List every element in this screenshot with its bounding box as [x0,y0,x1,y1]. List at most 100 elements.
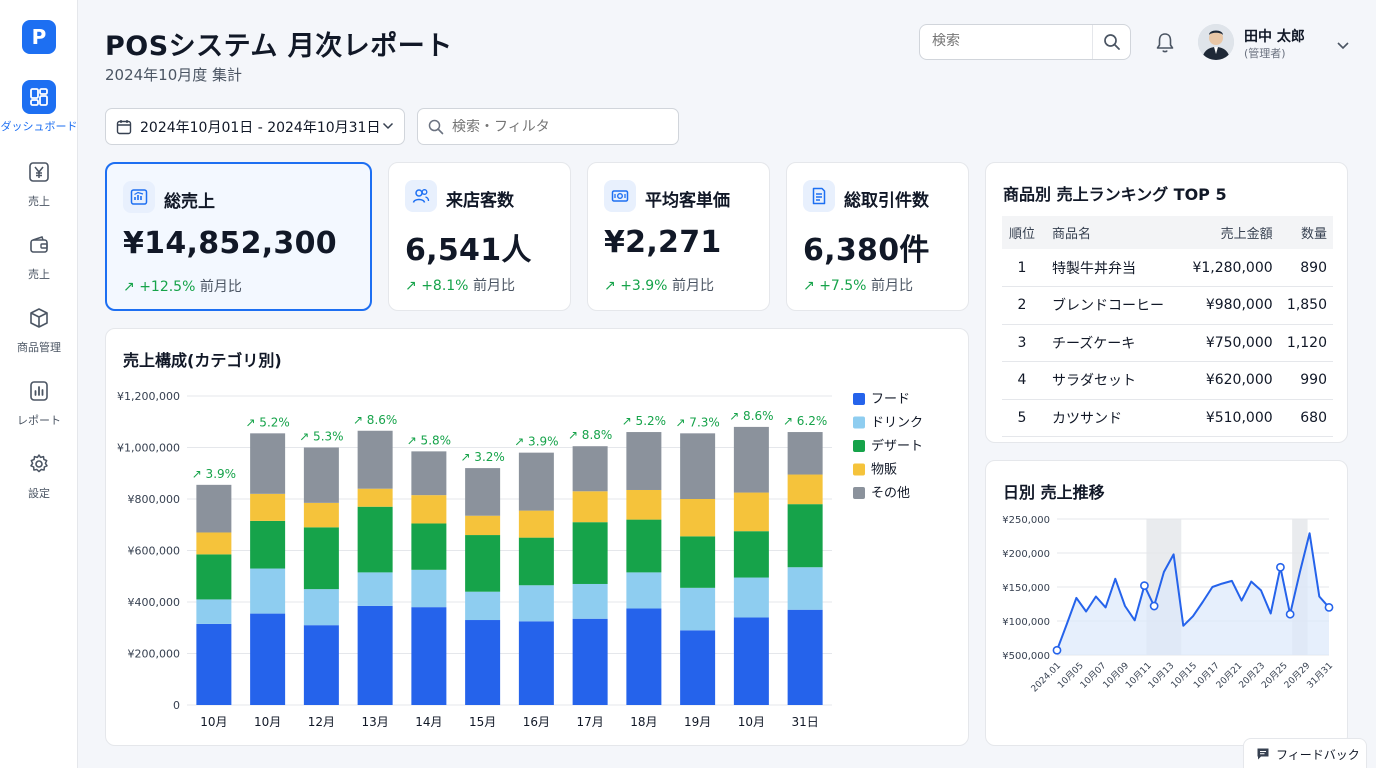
bar-segment [357,488,393,507]
global-search [919,24,1131,60]
app-logo[interactable]: P [22,20,56,54]
notification-button[interactable] [1154,31,1176,59]
growth-label: ↗ 5.8% [407,433,451,447]
bar-segment [411,451,447,496]
category-sales-panel: 売上構成(カテゴリ別) 0 ¥200,000 ¥400,000 ¥600,000 ¥80… [105,328,969,746]
data-point [1276,562,1285,572]
search-icon [1103,34,1120,50]
x-tick-label: 31日 [791,715,818,729]
legend-label: その他 [871,486,910,501]
chevron-down-icon [1337,42,1349,50]
bar-segment [626,489,662,520]
bar-segment [303,447,339,503]
legend-label: フード [871,392,910,407]
page-subtitle: 2024年10月度 集計 [105,66,243,84]
table-row[interactable]: 2 ブレンドコーヒー ¥980,000 1,850 [1002,286,1333,325]
bar-segment [250,520,286,569]
bar-segment [572,583,608,619]
sidebar-item-settings[interactable]: 設定 [0,447,78,501]
trend-up-icon: ↗ [604,278,616,294]
product-cell: サラダセット [1042,361,1181,400]
bar-segment [465,591,501,621]
area-fill [1057,533,1329,655]
bar-segment [626,572,662,609]
bar-segment [626,432,662,490]
bar-segment [465,515,501,536]
y-tick-label: ¥150,000 [1002,583,1050,594]
kpi-change-suffix: 前月比 [870,278,913,294]
feedback-button[interactable]: フィードバック [1243,738,1367,768]
date-range-picker[interactable]: 2024年10月01日 - 2024年10月31日 [105,108,405,145]
growth-label: ↗ 8.6% [729,409,773,423]
bar-segment [787,609,823,705]
bar-segment [787,567,823,610]
legend-label: デザート [871,438,923,454]
kpi-card-avg-spend[interactable]: 平均客単価 ¥2,271 ↗ +3.9% 前月比 [587,162,770,311]
kpi-label: 総売上 [164,192,215,212]
kpi-card-total-sales[interactable]: 総売上 ¥14,852,300 ↗ +12.5% 前月比 [105,162,372,311]
sidebar-item-label: 売上 [28,268,50,281]
bar-segment [196,554,232,600]
feedback-label: フィードバック [1276,747,1360,762]
sidebar-item-sales-2[interactable]: 売上 [0,228,78,282]
table-header-row: 順位 商品名 売上金額 数量 [1002,216,1333,249]
bar-segment [411,523,447,570]
bar-segment [680,433,716,499]
sidebar-item-reports[interactable]: レポート [0,374,78,428]
users-icon [405,180,437,212]
legend-label: ドリンク [871,416,923,431]
x-tick-label: 16月 [523,715,550,729]
logo-letter: P [31,25,47,49]
filter-search-input[interactable] [452,118,652,135]
column-header-rank: 順位 [1002,216,1042,249]
table-row[interactable]: 1 特製牛丼弁当 ¥1,280,000 890 [1002,249,1333,287]
bar-segment [787,432,823,475]
user-name: 田中 太郎 [1244,29,1305,45]
wallet-icon [22,228,56,262]
global-search-input[interactable] [932,33,1092,49]
x-tick-label: 10月 [738,715,765,729]
sidebar-item-dashboard[interactable]: ダッシュボード [0,80,78,134]
sidebar: P ダッシュボード 売上 売上 商品管理 レポート 設定 [0,0,78,768]
kpi-card-transactions[interactable]: 総取引件数 6,380件 ↗ +7.5% 前月比 [786,162,969,311]
bar-segment [733,531,769,578]
bar-segment [572,491,608,523]
sidebar-item-sales[interactable]: 売上 [0,155,78,209]
sidebar-item-label: ダッシュボード [0,120,78,133]
bar-segment [250,613,286,705]
table-row[interactable]: 5 カツサンド ¥510,000 680 [1002,399,1333,437]
bar-segment [357,430,393,489]
amount-cell: ¥1,280,000 [1180,249,1281,287]
y-tick-label: ¥600,000 [128,545,181,558]
table-row[interactable]: 3 チーズケーキ ¥750,000 1,120 [1002,324,1333,362]
user-menu-toggle[interactable] [1336,36,1350,55]
y-tick-label: 0 [173,699,180,712]
legend-label: 物販 [871,463,897,478]
bar-segment [518,621,554,705]
kpi-change-value: +3.9% [620,278,668,294]
ranking-table: 順位 商品名 売上金額 数量 1 特製牛丼弁当 ¥1,280,000 890 2… [1002,216,1333,437]
kpi-card-customers[interactable]: 来店客数 6,541人 ↗ +8.1% 前月比 [388,162,571,311]
rank-cell: 4 [1002,361,1042,400]
product-cell: 特製牛丼弁当 [1042,249,1181,287]
column-header-product: 商品名 [1042,216,1181,249]
bar-segment [357,506,393,573]
sidebar-item-products[interactable]: 商品管理 [0,301,78,355]
bar-segment [680,587,716,631]
x-tick-label: 19月 [684,715,711,729]
kpi-value: 6,380件 [803,233,930,268]
date-range-text: 2024年10月01日 - 2024年10月31日 [140,119,381,136]
avatar[interactable] [1198,24,1234,60]
product-ranking-panel: 商品別 売上ランキング TOP 5 順位 商品名 売上金額 数量 1 特製牛丼弁… [985,162,1348,443]
user-role: (管理者) [1244,47,1286,60]
bar-segment [680,536,716,588]
y-tick-label: ¥500,000 [1002,651,1050,662]
search-icon [428,119,444,134]
legend-swatch [853,416,865,429]
bar-segment [465,468,501,516]
search-button[interactable] [1092,25,1130,59]
bar-segment [787,504,823,568]
table-row[interactable]: 4 サラダセット ¥620,000 990 [1002,361,1333,400]
x-tick-label: 10月 [254,715,281,729]
qty-cell: 1,120 [1280,324,1333,362]
